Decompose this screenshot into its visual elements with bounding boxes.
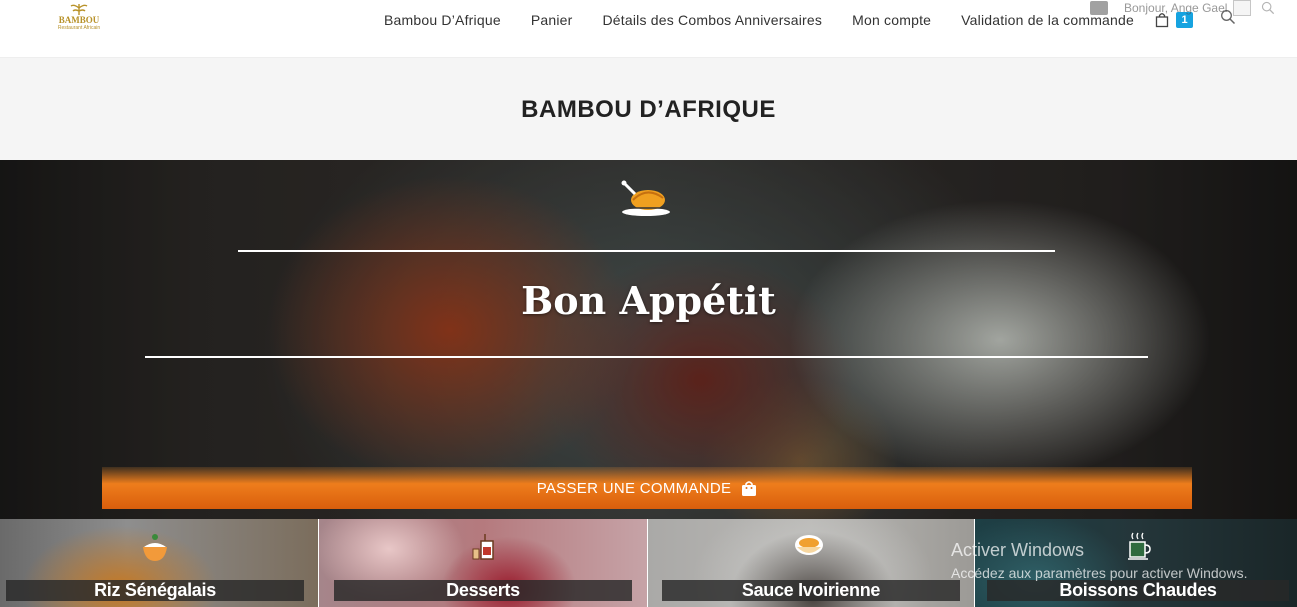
category-tile-desserts[interactable]: Desserts (319, 519, 647, 607)
divider-bottom (145, 356, 1148, 358)
shopping-bag-icon (742, 480, 757, 496)
site-logo[interactable]: BAMBOU Restaurant Africain (56, 2, 102, 40)
nav-item-combos[interactable]: Détails des Combos Anniversaires (588, 11, 838, 29)
category-label: Sauce Ivoirienne (662, 580, 960, 601)
hero-banner: Bon Appétit PASSER UNE COMMANDE (0, 160, 1297, 519)
category-label: Desserts (334, 580, 632, 601)
nav-item-compte[interactable]: Mon compte (837, 11, 946, 29)
main-nav: Bambou D’Afrique Panier Détails des Comb… (369, 11, 1149, 29)
logo-tagline: Restaurant Africain (57, 25, 101, 31)
account-greeting[interactable]: Bonjour, Ange Gael (1124, 1, 1227, 15)
category-tile-boissons[interactable]: Boissons Chaudes (975, 519, 1297, 607)
comment-icon[interactable] (1090, 1, 1108, 15)
nav-item-panier[interactable]: Panier (516, 11, 588, 29)
site-header: BAMBOU Restaurant Africain Bambou D’Afri… (0, 0, 1297, 58)
soup-bowl-icon (795, 535, 823, 555)
avatar[interactable] (1233, 0, 1252, 16)
hot-drink-icon (1128, 532, 1151, 560)
account-bar: Bonjour, Ange Gael (1090, 0, 1275, 16)
category-tiles: Riz Sénégalais Desserts Sauce Ivoirienne… (0, 519, 1297, 607)
roast-chicken-icon (621, 180, 670, 216)
category-label: Riz Sénégalais (6, 580, 304, 601)
order-button-label: PASSER UNE COMMANDE (536, 479, 732, 497)
category-tile-riz[interactable]: Riz Sénégalais (0, 519, 318, 607)
nav-item-bambou[interactable]: Bambou D’Afrique (369, 11, 516, 29)
category-tile-sauce[interactable]: Sauce Ivoirienne (648, 519, 974, 607)
bamboo-leaf-logo-icon (70, 4, 88, 15)
hero-slogan: Bon Appétit (521, 278, 776, 323)
divider-top (238, 250, 1055, 252)
page-title-bar: BAMBOU D’AFRIQUE (0, 58, 1297, 160)
page-title: BAMBOU D’AFRIQUE (521, 96, 776, 123)
dessert-cup-icon (472, 534, 494, 560)
search-icon[interactable] (1261, 1, 1275, 15)
order-button[interactable]: PASSER UNE COMMANDE (102, 467, 1192, 509)
logo-name: BAMBOU (58, 15, 100, 25)
rice-bowl-icon (143, 534, 167, 561)
category-label: Boissons Chaudes (987, 580, 1289, 601)
